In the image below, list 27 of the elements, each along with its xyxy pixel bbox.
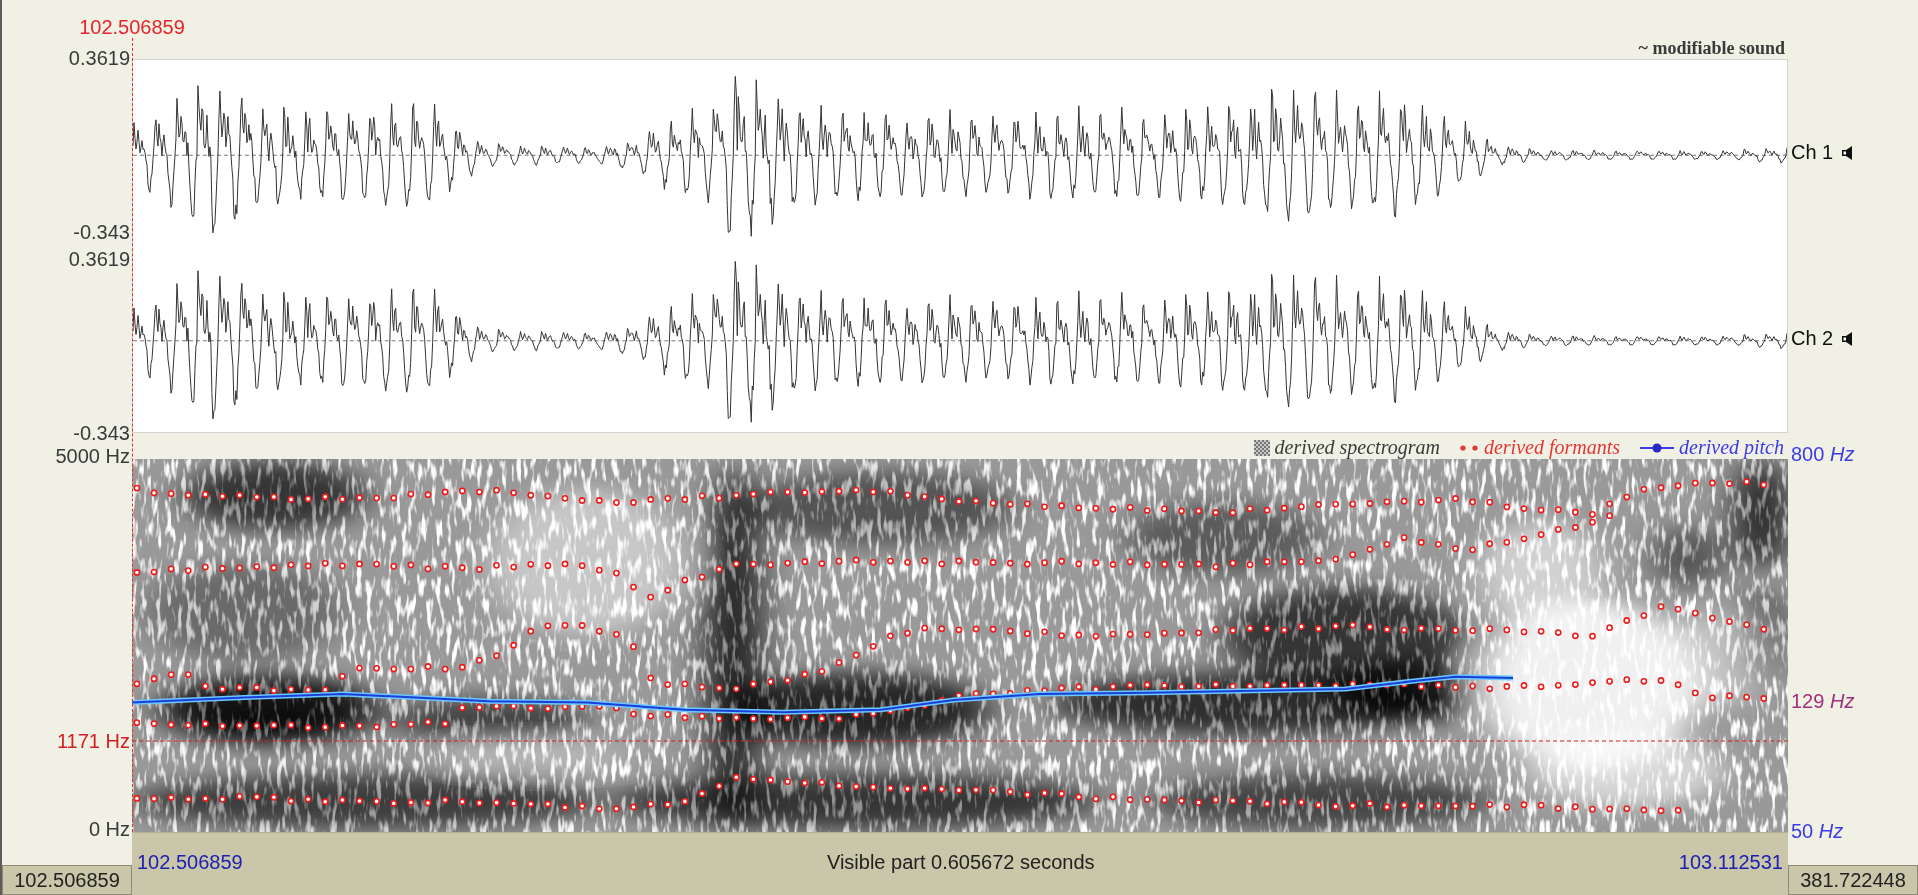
visible-duration-label: Visible part 0.605672 seconds xyxy=(826,851,1095,874)
channel-label: Ch 1 xyxy=(1791,141,1834,165)
cursor-time: 102.506859 xyxy=(79,16,185,39)
pitch-value-label: 129 Hz xyxy=(1791,689,1855,713)
dots-icon xyxy=(1459,444,1479,451)
pitch-max-label: 800 Hz xyxy=(1791,443,1855,466)
channel-label: Ch 2 xyxy=(1791,327,1834,351)
amplitude-min-label: -0.343 xyxy=(73,220,130,244)
frequency-min-label: 0 Hz xyxy=(88,818,130,841)
speaker-icon[interactable] xyxy=(1842,331,1855,346)
start-time-segment[interactable]: 102.506859 xyxy=(2,865,132,895)
amplitude-max-label: 0.3619 xyxy=(68,248,130,271)
speaker-icon[interactable] xyxy=(1842,145,1855,160)
pitch-min-label: 50 Hz xyxy=(1791,820,1844,843)
amplitude-min-label: -0.343 xyxy=(73,421,130,445)
legend-label: derived pitch xyxy=(1679,436,1784,459)
amplitude-max-label: 0.3619 xyxy=(68,47,130,70)
visible-end-time: 103.112531 xyxy=(1678,851,1783,874)
visible-start-time: 102.506859 xyxy=(137,851,243,874)
legend-label: derived spectrogram xyxy=(1274,436,1440,459)
end-time-segment[interactable]: 381.722448 xyxy=(1788,865,1918,895)
frequency-max-label: 5000 Hz xyxy=(55,445,130,468)
sound-title: ~ modifiable sound xyxy=(1638,38,1785,59)
checkered-square-icon xyxy=(1253,439,1270,456)
cursor-frequency: 1171 Hz xyxy=(57,729,130,753)
line-dot-icon xyxy=(1640,442,1675,453)
legend-label: derived formants xyxy=(1483,436,1621,459)
